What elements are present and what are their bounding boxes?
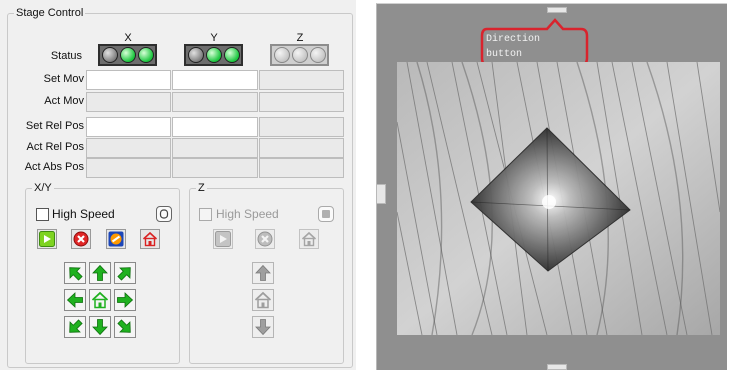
act-mov-y-field <box>172 92 258 112</box>
home-icon <box>254 291 272 309</box>
set-rel-pos-y-field[interactable] <box>172 117 258 137</box>
act-rel-pos-x-field <box>86 138 171 158</box>
settings-icon <box>159 209 169 219</box>
axis-header-z: Z <box>296 32 304 44</box>
status-indicator-x <box>98 44 157 66</box>
stage-control-title: Stage Control <box>14 7 86 19</box>
axis-header-y: Y <box>210 32 218 44</box>
act-mov-x-field <box>86 92 171 112</box>
set-rel-pos-z-field[interactable] <box>259 117 344 137</box>
direction-button-bottom[interactable] <box>547 364 567 370</box>
z-move-up-button[interactable] <box>252 262 274 284</box>
xy-calibrate-button[interactable] <box>106 229 126 249</box>
move-up-left-button[interactable] <box>64 262 86 284</box>
z-high-speed-checkbox[interactable] <box>199 208 212 221</box>
z-high-speed-label: High Speed <box>216 207 279 221</box>
arrow-up-icon <box>254 264 272 282</box>
settings-icon <box>321 209 331 219</box>
arrow-up-left-icon <box>66 264 84 282</box>
act-abs-pos-z-field <box>259 158 344 178</box>
status-indicator-z <box>270 44 329 66</box>
move-down-button[interactable] <box>89 316 111 338</box>
xy-settings-button[interactable] <box>156 206 172 222</box>
xy-start-button[interactable] <box>37 229 57 249</box>
set-mov-y-field[interactable] <box>172 70 258 90</box>
status-led-icon <box>137 47 154 63</box>
stage-control-panel: Stage Control X Y Z Status Set Mov Act M… <box>0 0 356 370</box>
status-led-icon <box>187 47 204 63</box>
row-label-set-mov: Set Mov <box>43 73 84 85</box>
act-abs-pos-x-field <box>86 158 171 178</box>
status-led-icon <box>309 47 326 63</box>
status-led-icon <box>291 47 308 63</box>
xy-high-speed-checkbox[interactable] <box>36 208 49 221</box>
direction-annotation-text: Direction button <box>486 32 540 62</box>
play-icon <box>39 231 55 247</box>
home-icon <box>91 291 109 309</box>
set-rel-pos-x-field[interactable] <box>86 117 171 137</box>
status-led-icon <box>101 47 118 63</box>
arrow-up-icon <box>91 264 109 282</box>
home-icon <box>301 231 317 247</box>
status-indicator-y <box>184 44 243 66</box>
arrow-left-icon <box>66 291 84 309</box>
arrow-down-icon <box>254 318 272 336</box>
camera-view: Direction button <box>376 3 727 370</box>
status-led-icon <box>205 47 222 63</box>
set-mov-x-field[interactable] <box>86 70 171 90</box>
arrow-down-left-icon <box>66 318 84 336</box>
row-label-set-rel-pos: Set Rel Pos <box>25 120 84 132</box>
home-icon <box>142 231 158 247</box>
z-move-home-button[interactable] <box>252 289 274 311</box>
act-rel-pos-y-field <box>172 138 258 158</box>
z-start-button[interactable] <box>213 229 233 249</box>
stop-icon <box>257 231 273 247</box>
direction-button-left[interactable] <box>376 184 386 204</box>
axis-header-x: X <box>124 32 132 44</box>
move-up-button[interactable] <box>89 262 111 284</box>
status-label: Status <box>50 50 82 62</box>
move-home-button[interactable] <box>89 289 111 311</box>
status-led-icon <box>273 47 290 63</box>
z-settings-button[interactable] <box>318 206 334 222</box>
stop-icon <box>73 231 89 247</box>
annotation-line-1: Direction <box>486 34 541 45</box>
xy-group-title: X/Y <box>32 182 54 194</box>
arrow-right-icon <box>116 291 134 309</box>
sample-surface-image <box>397 62 720 335</box>
act-mov-z-field <box>259 92 344 112</box>
row-label-act-mov: Act Mov <box>44 95 84 107</box>
z-move-down-button[interactable] <box>252 316 274 338</box>
arrow-down-icon <box>91 318 109 336</box>
move-right-button[interactable] <box>114 289 136 311</box>
play-icon <box>215 231 231 247</box>
status-led-icon <box>119 47 136 63</box>
act-rel-pos-z-field <box>259 138 344 158</box>
microscope-image <box>397 62 720 335</box>
xy-stop-button[interactable] <box>71 229 91 249</box>
z-home-button[interactable] <box>299 229 319 249</box>
calibrate-icon <box>108 231 124 247</box>
arrow-up-right-icon <box>116 264 134 282</box>
row-label-act-abs-pos: Act Abs Pos <box>24 161 84 173</box>
move-down-right-button[interactable] <box>114 316 136 338</box>
z-group-title: Z <box>196 182 207 194</box>
xy-high-speed-label: High Speed <box>52 207 115 221</box>
annotation-line-2: button <box>486 49 523 60</box>
move-down-left-button[interactable] <box>64 316 86 338</box>
status-led-icon <box>223 47 240 63</box>
set-mov-z-field[interactable] <box>259 70 344 90</box>
move-left-button[interactable] <box>64 289 86 311</box>
z-stop-button[interactable] <box>255 229 275 249</box>
move-up-right-button[interactable] <box>114 262 136 284</box>
xy-home-button[interactable] <box>140 229 160 249</box>
row-label-act-rel-pos: Act Rel Pos <box>26 141 84 153</box>
arrow-down-right-icon <box>116 318 134 336</box>
act-abs-pos-y-field <box>172 158 258 178</box>
